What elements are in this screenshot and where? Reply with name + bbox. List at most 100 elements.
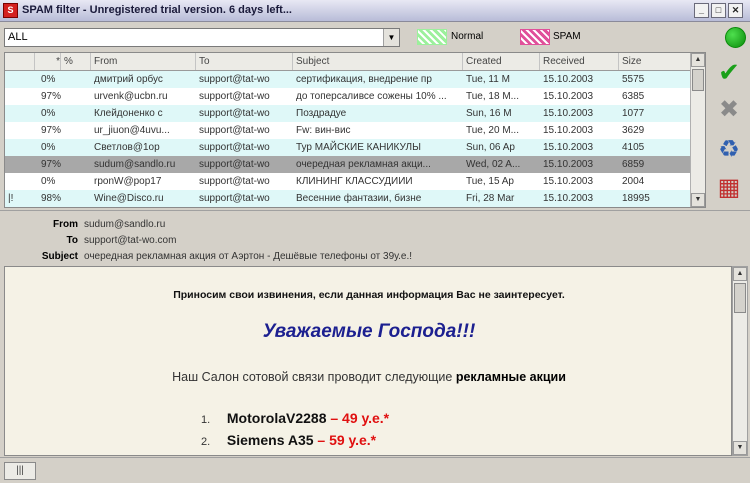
filter-toolbar: ALL ▼ Normal SPAM — [0, 22, 750, 52]
row-spam-percent: 0% — [41, 176, 56, 187]
row-to: support@tat-wo — [199, 176, 270, 187]
table-row[interactable]: 97% ur_jiuon@4uvu... support@tat-wo Fw: … — [5, 122, 691, 139]
promo-model: Siemens A35 — [226, 432, 314, 448]
row-from: sudum@sandlo.ru — [94, 159, 176, 170]
cross-icon[interactable]: ✖ — [713, 94, 745, 126]
row-size: 3629 — [622, 125, 645, 136]
row-subject: сертификация, внедрение пр — [296, 74, 432, 85]
promo-number: 1. — [201, 414, 211, 426]
close-button[interactable]: ✕ — [728, 3, 743, 18]
row-created: Tue, 20 M... — [466, 125, 519, 136]
row-subject: Весенние фантазии, бизне — [296, 193, 422, 204]
resize-grip-icon[interactable]: ||| — [4, 462, 36, 480]
col-header-created[interactable]: Created — [463, 53, 540, 70]
row-flag — [5, 139, 35, 156]
recycle-bin-icon[interactable]: ♻ — [713, 134, 745, 166]
scroll-up-icon[interactable]: ▲ — [691, 53, 705, 67]
promo-item: 1. MotorolaV2288 – 49 у.е.* — [201, 410, 389, 426]
list-header: * % From To Subject Created Received Siz… — [5, 53, 691, 71]
row-size: 2004 — [622, 176, 645, 187]
col-header-percent[interactable]: % — [61, 53, 91, 70]
table-row[interactable]: 0% Светлов@1op support@tat-wo Тур МАЙСКИ… — [5, 139, 691, 156]
minimize-button[interactable]: _ — [694, 3, 709, 18]
row-received: 15.10.2003 — [543, 159, 594, 170]
message-list: * % From To Subject Created Received Siz… — [4, 52, 706, 208]
greeting-heading: Уважаемые Господа!!! — [262, 321, 476, 342]
table-row[interactable]: 0% Клейдоненко с support@tat-wo Поздраду… — [5, 105, 691, 122]
row-from: rponW@pop17 — [94, 176, 162, 187]
to-value: support@tat-wo.com — [84, 235, 177, 246]
normal-legend-label: Normal — [451, 31, 484, 42]
row-created: Tue, 18 M... — [466, 91, 519, 102]
scroll-up-icon[interactable]: ▲ — [733, 267, 747, 281]
settings-folder-icon[interactable]: ▦ — [713, 172, 745, 204]
row-spam-percent: 97% — [41, 159, 62, 170]
row-received: 15.10.2003 — [543, 91, 594, 102]
row-created: Fri, 28 Mar — [466, 193, 515, 204]
row-flag — [5, 71, 35, 88]
row-flag — [5, 156, 35, 173]
row-created: Sun, 06 Ap — [466, 142, 515, 153]
scroll-thumb[interactable] — [692, 69, 704, 91]
row-to: support@tat-wo — [199, 108, 270, 119]
checkmark-icon[interactable]: ✔ — [713, 56, 745, 88]
promo-item: 2. Siemens A35 – 59 у.е.* — [201, 432, 376, 448]
promo-model: MotorolaV2288 — [226, 410, 327, 426]
row-spam-percent: 0% — [41, 142, 56, 153]
table-row[interactable]: 97% urvenk@ucbn.ru support@tat-wo до топ… — [5, 88, 691, 105]
promo-number: 2. — [201, 436, 211, 448]
from-value: sudum@sandlo.ru — [84, 219, 166, 230]
spam-legend-label: SPAM — [553, 31, 581, 42]
row-spam-percent: 0% — [41, 108, 56, 119]
row-from: Клейдоненко с — [94, 108, 163, 119]
col-header-subject[interactable]: Subject — [293, 53, 463, 70]
message-header: From sudum@sandlo.ru To support@tat-wo.c… — [0, 210, 750, 265]
message-scrollbar[interactable]: ▲ ▼ — [732, 266, 748, 456]
normal-legend-swatch — [417, 29, 447, 45]
col-header-size[interactable]: Size — [619, 53, 691, 70]
row-received: 15.10.2003 — [543, 125, 594, 136]
row-subject: очередная рекламная акци... — [296, 159, 431, 170]
col-header-to[interactable]: To — [196, 53, 293, 70]
row-created: Wed, 02 A... — [466, 159, 521, 170]
offer-text: Наш Салон сотовой связи проводит следующ… — [5, 370, 731, 384]
row-size: 6859 — [622, 159, 645, 170]
filter-select[interactable]: ALL ▼ — [4, 28, 400, 47]
table-row[interactable]: 0% rponW@pop17 support@tat-wo КЛИНИНГ КЛ… — [5, 173, 691, 190]
offer-prefix: Наш Салон сотовой связи проводит следующ… — [172, 370, 453, 384]
col-header-star[interactable]: * — [35, 53, 61, 70]
col-header-received[interactable]: Received — [540, 53, 619, 70]
apology-text: Приносим свои извинения, если данная инф… — [173, 289, 565, 301]
row-from: Wine@Disco.ru — [94, 193, 164, 204]
status-bar: ||| — [0, 457, 750, 483]
action-toolbar: ✔ ✖ ♻ ▦ — [707, 52, 750, 208]
row-subject: до топерсаливсе сожены 10% ... — [296, 91, 447, 102]
row-subject: Fw: вин-вис — [296, 125, 351, 136]
row-to: support@tat-wo — [199, 142, 270, 153]
row-size: 5575 — [622, 74, 645, 85]
list-rows: 0% дмитрий орбус support@tat-wo сертифик… — [5, 71, 691, 207]
table-row[interactable]: 0% дмитрий орбус support@tat-wo сертифик… — [5, 71, 691, 88]
col-header-from[interactable]: From — [91, 53, 196, 70]
table-row[interactable]: |! 98% Wine@Disco.ru support@tat-wo Весе… — [5, 190, 691, 207]
maximize-button[interactable]: □ — [711, 3, 726, 18]
col-header-flag[interactable] — [5, 53, 35, 70]
subject-label: Subject — [41, 251, 78, 262]
promo-price: – 49 у.е.* — [330, 410, 390, 426]
list-scrollbar[interactable]: ▲ ▼ — [690, 53, 705, 207]
to-label: To — [66, 235, 78, 246]
row-spam-percent: 98% — [41, 193, 62, 204]
row-size: 18995 — [622, 193, 650, 204]
table-row-selected[interactable]: 97% sudum@sandlo.ru support@tat-wo очере… — [5, 156, 691, 173]
scroll-thumb[interactable] — [734, 283, 746, 313]
scroll-down-icon[interactable]: ▼ — [733, 441, 747, 455]
row-from: Светлов@1op — [94, 142, 160, 153]
scroll-down-icon[interactable]: ▼ — [691, 193, 705, 207]
row-flag — [5, 88, 35, 105]
offer-bold: рекламные акции — [455, 370, 566, 384]
row-received: 15.10.2003 — [543, 108, 594, 119]
window-title: SPAM filter - Unregistered trial version… — [22, 4, 292, 16]
chevron-down-icon[interactable]: ▼ — [383, 29, 399, 46]
app-icon: S — [3, 3, 18, 18]
row-created: Tue, 11 M — [466, 74, 510, 85]
